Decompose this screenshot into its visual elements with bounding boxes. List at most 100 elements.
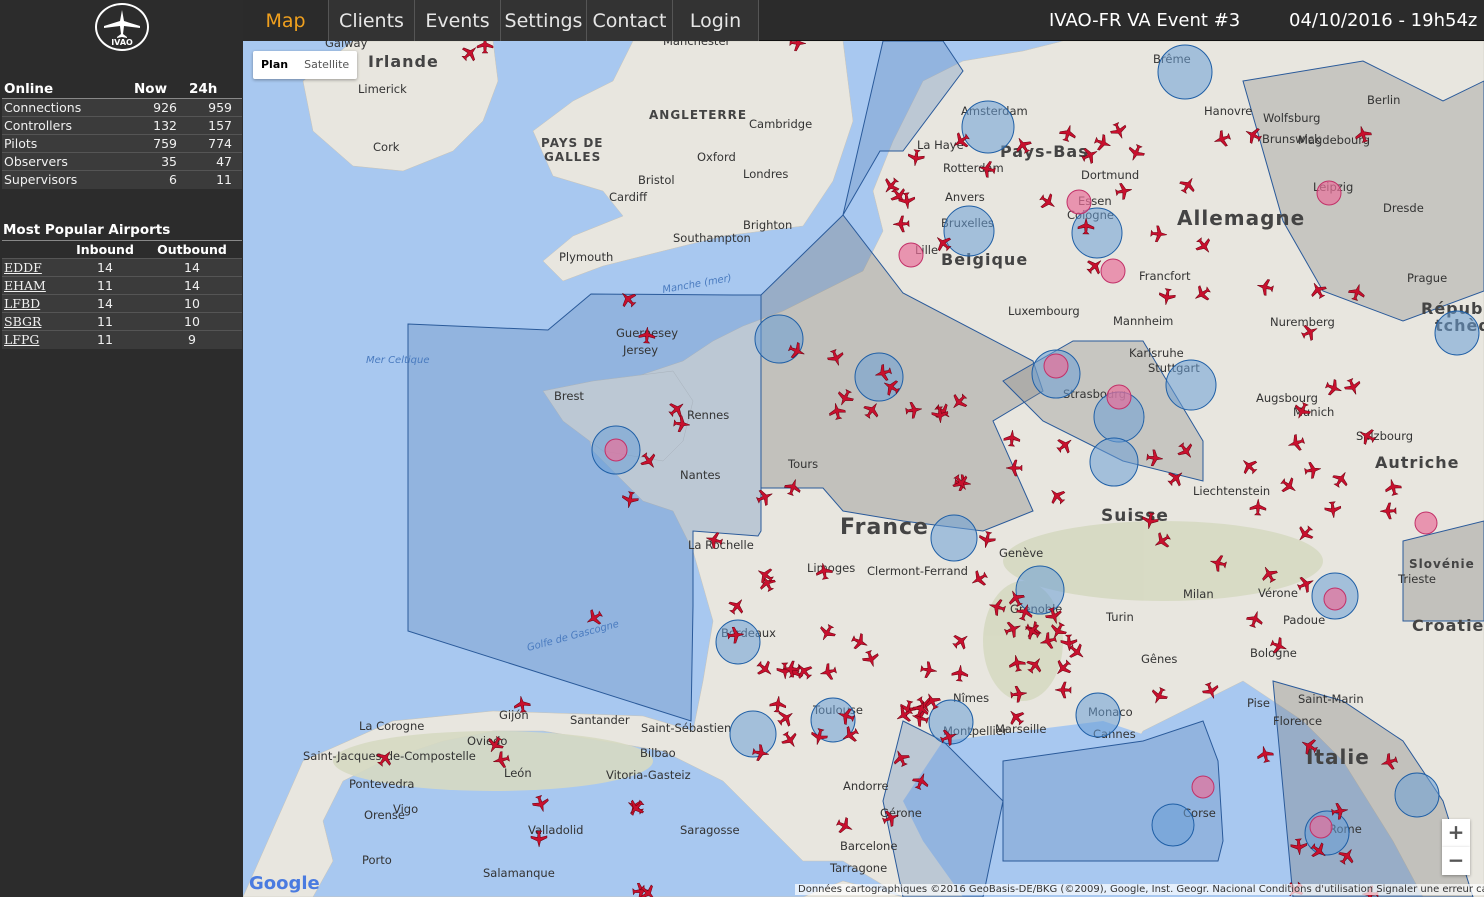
ivao-logo[interactable]: IVAO xyxy=(95,3,149,51)
airport-link[interactable]: SBGR xyxy=(2,312,68,331)
city-label: Bilbao xyxy=(640,746,676,760)
tower-coverage-circle[interactable] xyxy=(1414,511,1438,535)
traffic-map[interactable]: Irlande ANGLETERRE PAYS DE GALLES Pays-B… xyxy=(243,41,1484,897)
tower-coverage-circle[interactable] xyxy=(1316,180,1342,206)
city-label: Marseille xyxy=(995,722,1046,736)
label-pays-de: PAYS DE xyxy=(541,136,604,150)
city-label: Hanovre xyxy=(1204,104,1252,118)
approach-coverage-circle[interactable] xyxy=(729,710,777,758)
stat-label: Pilots xyxy=(2,134,132,153)
nav-settings[interactable]: Settings xyxy=(501,0,587,41)
approach-coverage-circle[interactable] xyxy=(930,514,978,562)
approach-coverage-circle[interactable] xyxy=(1075,692,1121,738)
city-label: Bologne xyxy=(1250,646,1297,660)
tower-coverage-circle[interactable] xyxy=(898,242,924,268)
city-label: Cardiff xyxy=(609,190,648,204)
city-label: Milan xyxy=(1183,587,1214,601)
nav-map[interactable]: Map xyxy=(243,0,329,41)
airport-link[interactable]: EHAM xyxy=(2,276,68,295)
city-label: Liechtenstein xyxy=(1193,484,1270,498)
nav-contact[interactable]: Contact xyxy=(587,0,673,41)
popular-airports-table: Inbound Outbound EDDF 14 14 EHAM 11 14 LFBD 1… xyxy=(2,240,242,349)
approach-coverage-circle[interactable] xyxy=(1089,437,1139,487)
approach-coverage-circle[interactable] xyxy=(1434,310,1480,356)
city-label: Oxford xyxy=(697,150,736,164)
outbound-count: 14 xyxy=(142,258,242,277)
outbound-count: 14 xyxy=(142,276,242,295)
tower-coverage-circle[interactable] xyxy=(604,438,628,462)
map-type-plan-button[interactable]: Plan xyxy=(253,51,296,79)
inbound-count: 14 xyxy=(68,258,142,277)
map-canvas[interactable]: Irlande ANGLETERRE PAYS DE GALLES Pays-B… xyxy=(243,41,1484,897)
city-label: Limerick xyxy=(358,82,407,96)
aircraft-marker-icon[interactable] xyxy=(625,797,648,820)
approach-coverage-circle[interactable] xyxy=(1165,359,1217,411)
approach-coverage-circle[interactable] xyxy=(754,314,804,364)
stat-24h: 774 xyxy=(187,134,242,153)
map-type-control: Plan Satellite xyxy=(253,51,358,79)
approach-coverage-circle[interactable] xyxy=(1071,207,1123,259)
approach-coverage-circle[interactable] xyxy=(961,100,1015,154)
city-label: Plymouth xyxy=(559,250,613,264)
city-label: Florence xyxy=(1273,714,1322,728)
city-label: Vérone xyxy=(1258,586,1298,600)
approach-coverage-circle[interactable] xyxy=(1157,44,1213,100)
city-label: Berlin xyxy=(1367,93,1400,107)
table-row: Connections 926 959 xyxy=(2,98,242,117)
city-label: Vitoria-Gasteiz xyxy=(606,768,691,782)
city-label: Barcelone xyxy=(840,839,897,853)
stat-24h: 157 xyxy=(187,116,242,135)
nav-login[interactable]: Login xyxy=(673,0,759,41)
map-type-satellite-button[interactable]: Satellite xyxy=(296,51,357,79)
city-label: Tours xyxy=(787,457,818,471)
city-label: Rennes xyxy=(687,408,729,422)
approach-coverage-circle[interactable] xyxy=(1394,772,1440,818)
city-label: Southampton xyxy=(673,231,751,245)
approach-coverage-circle[interactable] xyxy=(854,352,904,402)
label-irlande: Irlande xyxy=(368,52,439,71)
label-allemagne: Allemagne xyxy=(1177,206,1305,230)
stat-label: Connections xyxy=(2,98,132,117)
nav-events[interactable]: Events xyxy=(415,0,501,41)
table-row: EHAM 11 14 xyxy=(2,276,242,295)
tower-coverage-circle[interactable] xyxy=(1309,815,1333,839)
city-label: Luxembourg xyxy=(1008,304,1080,318)
city-label: Genève xyxy=(999,546,1043,560)
city-label: Gênes xyxy=(1141,652,1177,666)
approach-coverage-circle[interactable] xyxy=(1151,803,1195,847)
city-label: Porto xyxy=(362,853,392,867)
tower-coverage-circle[interactable] xyxy=(1106,384,1132,410)
inbound-count: 14 xyxy=(68,294,142,313)
outbound-count: 9 xyxy=(142,330,242,349)
airport-link[interactable]: LFPG xyxy=(2,330,68,349)
stat-label: Observers xyxy=(2,152,132,171)
airplane-logo-icon: IVAO xyxy=(104,10,140,47)
label-slovenie: Slovénie xyxy=(1409,557,1475,571)
aircraft-marker-icon[interactable] xyxy=(531,794,551,814)
label-belgique: Belgique xyxy=(941,250,1028,269)
approach-coverage-circle[interactable] xyxy=(715,619,761,665)
inbound-count: 11 xyxy=(68,312,142,331)
google-logo: Google xyxy=(249,873,320,894)
tower-coverage-circle[interactable] xyxy=(1323,587,1347,611)
24h-header: 24h xyxy=(187,81,242,99)
aircraft-marker-icon[interactable] xyxy=(1255,744,1274,763)
map-attribution[interactable]: Données cartographiques ©2016 GeoBasis-D… xyxy=(795,884,1484,895)
tower-coverage-circle[interactable] xyxy=(1100,258,1126,284)
tower-coverage-circle[interactable] xyxy=(1191,775,1215,799)
airport-link[interactable]: EDDF xyxy=(2,258,68,277)
tower-coverage-circle[interactable] xyxy=(1066,189,1092,215)
code-header xyxy=(2,240,68,259)
zoom-out-button[interactable]: − xyxy=(1442,847,1470,875)
table-row: EDDF 14 14 xyxy=(2,258,242,277)
approach-coverage-circle[interactable] xyxy=(943,205,995,257)
city-label: Saint-Marin xyxy=(1298,692,1364,706)
city-label: Saragosse xyxy=(680,823,740,837)
approach-coverage-circle[interactable] xyxy=(1015,565,1065,615)
airport-link[interactable]: LFBD xyxy=(2,294,68,313)
stat-24h: 47 xyxy=(187,152,242,171)
nav-clients[interactable]: Clients xyxy=(329,0,415,41)
tower-coverage-circle[interactable] xyxy=(1043,353,1069,379)
zoom-in-button[interactable]: + xyxy=(1442,819,1470,847)
city-label: Santander xyxy=(570,713,630,727)
